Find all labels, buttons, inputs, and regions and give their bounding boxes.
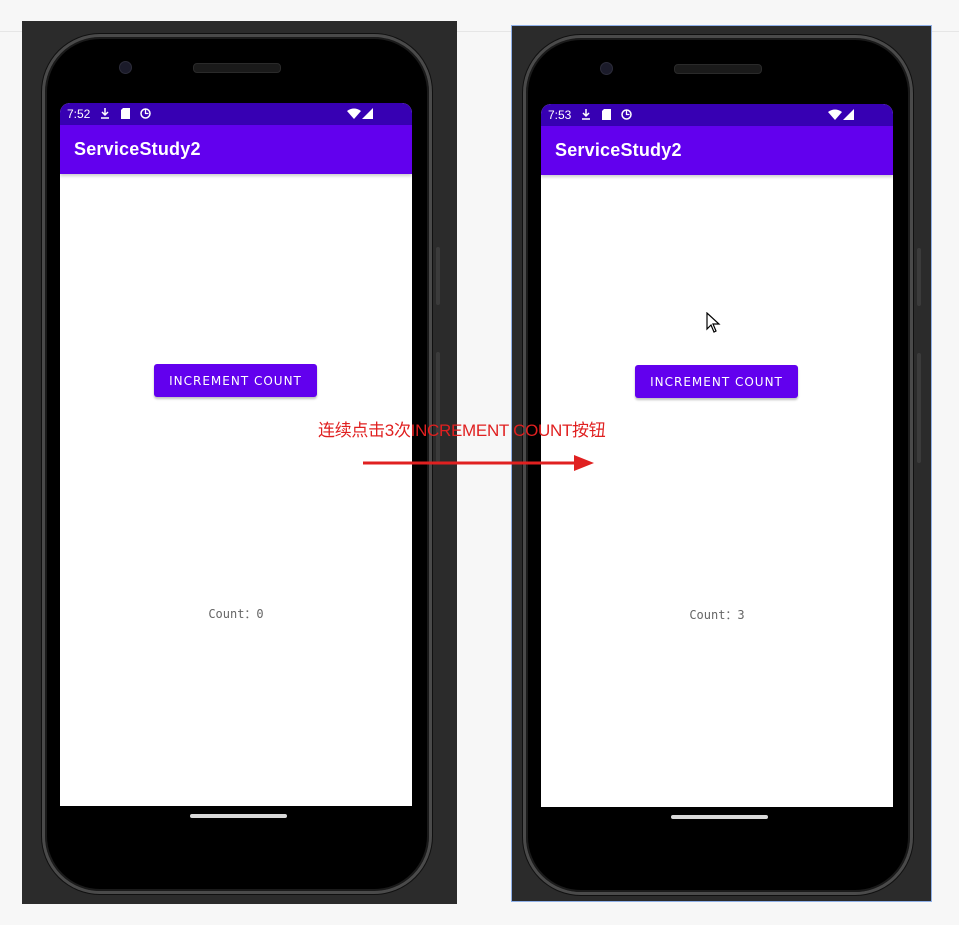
front-camera [119,61,132,74]
sim-card-icon [602,109,611,123]
home-pill[interactable] [671,815,768,819]
earpiece-speaker [193,63,281,73]
home-pill[interactable] [190,814,287,818]
sync-icon [140,108,151,122]
power-button[interactable] [917,353,921,463]
signal-icon [362,108,373,122]
volume-button[interactable] [436,247,440,305]
signal-icon [843,109,854,123]
earpiece-speaker [674,64,762,74]
sync-icon [621,109,632,123]
download-icon [100,108,110,122]
app-bar: ServiceStudy2 [541,126,893,175]
wifi-icon [347,108,361,122]
volume-button[interactable] [917,248,921,306]
right-arrow-icon [363,455,594,471]
annotation-caption: 连续点击3次INCREMENT COUNT按钮 [318,421,606,440]
status-time: 7:52 [67,107,91,121]
power-button[interactable] [436,352,440,462]
status-time: 7:53 [548,108,572,122]
download-icon [581,109,591,123]
status-bar: 7:52 [60,103,412,125]
front-camera [600,62,613,75]
increment-count-button[interactable]: INCREMENT COUNT [635,365,798,398]
increment-count-button[interactable]: INCREMENT COUNT [154,364,317,397]
app-title: ServiceStudy2 [74,139,201,159]
count-label: Count：0 [208,607,264,621]
wifi-icon [828,109,842,123]
app-bar: ServiceStudy2 [60,125,412,174]
status-bar: 7:53 [541,104,893,126]
sim-card-icon [121,108,130,122]
app-title: ServiceStudy2 [555,140,682,160]
mouse-cursor-icon [706,312,721,333]
count-label: Count：3 [689,608,745,622]
